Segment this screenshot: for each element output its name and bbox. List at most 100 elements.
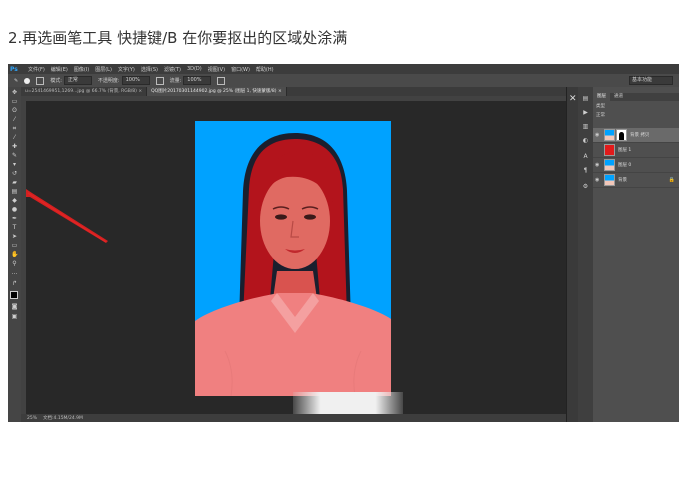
swap-colors-icon[interactable]: ↱ bbox=[11, 281, 18, 287]
type-icon[interactable]: T bbox=[11, 225, 18, 231]
crop-icon[interactable]: ⌗ bbox=[11, 126, 18, 132]
brush-icon[interactable]: ✎ bbox=[11, 153, 18, 159]
close-icon[interactable]: ✕ bbox=[569, 95, 577, 104]
shape-icon[interactable]: ▭ bbox=[11, 243, 18, 249]
actions-panel-icon[interactable]: ▶ bbox=[582, 109, 589, 116]
menu-edit[interactable]: 编辑(E) bbox=[48, 66, 71, 73]
healing-icon[interactable]: ✚ bbox=[11, 144, 18, 150]
move-icon[interactable]: ✥ bbox=[11, 90, 18, 96]
menu-view[interactable]: 视图(V) bbox=[205, 66, 228, 73]
blur-icon[interactable]: ◆ bbox=[11, 198, 18, 204]
eye-icon[interactable]: ◉ bbox=[595, 162, 601, 168]
layer-name[interactable]: 背景 bbox=[618, 177, 627, 183]
lasso-icon[interactable]: ʘ bbox=[11, 108, 18, 114]
dodge-icon[interactable]: ● bbox=[11, 207, 18, 213]
zoom-icon[interactable]: ⚲ bbox=[11, 261, 18, 267]
brush-panel-toggle[interactable] bbox=[36, 76, 45, 85]
layers-panel-tabs: 图层 通道 bbox=[593, 93, 679, 101]
quick-select-icon[interactable]: ⁄ bbox=[11, 117, 18, 123]
pressure-icon bbox=[155, 76, 164, 85]
quick-mask-icon[interactable]: ◙ bbox=[11, 304, 18, 310]
menu-help[interactable]: 帮助(H) bbox=[253, 66, 277, 73]
mode-select[interactable]: 正常 bbox=[63, 76, 92, 85]
menu-type[interactable]: 文字(Y) bbox=[115, 66, 138, 73]
zoom-level[interactable]: 25% bbox=[27, 416, 37, 421]
tab-layers[interactable]: 图层 bbox=[593, 93, 610, 101]
options-bar: ✎ 模式: 正常 不透明度: 100% 流量: 100% 基本功能 bbox=[8, 74, 679, 88]
document-tabs: u=2541469951,1269...jpg @ 66.7% (背景, RGB… bbox=[21, 87, 566, 96]
document-photo[interactable] bbox=[195, 121, 391, 396]
tab-document-1[interactable]: u=2541469951,1269...jpg @ 66.7% (背景, RGB… bbox=[21, 87, 148, 96]
layer-kind-filter[interactable]: 类型 bbox=[596, 103, 605, 110]
screen-mode-icon[interactable]: ▣ bbox=[11, 314, 18, 320]
eye-icon[interactable]: ◉ bbox=[595, 177, 601, 183]
pressure-opacity-toggle[interactable] bbox=[155, 76, 164, 85]
document-size: 文档:4.15M/24.9M bbox=[43, 416, 83, 421]
tab-channels[interactable]: 通道 bbox=[610, 93, 627, 101]
layer-thumbnail bbox=[604, 159, 615, 171]
adjustments-panel-icon[interactable]: ◐ bbox=[582, 137, 589, 144]
layer-row[interactable]: ◉ 图层 0 bbox=[593, 158, 679, 173]
menu-3d[interactable]: 3D(D) bbox=[184, 66, 205, 72]
tools-panel: ✥ ▭ ʘ ⁄ ⌗ ⁄ ✚ ✎ ▾ ↺ ▰ ▤ ◆ ● ✒ T ➤ ▭ ✋ ⚲ … bbox=[8, 87, 22, 422]
brush-icon: ✎ bbox=[14, 77, 19, 84]
menu-image[interactable]: 图像(I) bbox=[71, 66, 92, 73]
layer-name[interactable]: 图层 0 bbox=[618, 162, 631, 168]
layer-thumbnail bbox=[604, 174, 615, 186]
menu-select[interactable]: 选择(S) bbox=[138, 66, 161, 73]
foreground-color-swatch[interactable] bbox=[10, 291, 18, 299]
layer-filter-row: 类型 bbox=[596, 103, 674, 110]
brush-panel-icon bbox=[36, 76, 45, 85]
brush-size-picker[interactable] bbox=[24, 77, 31, 84]
stamp-icon[interactable]: ▾ bbox=[11, 162, 18, 168]
menu-layer[interactable]: 图层(L) bbox=[92, 66, 115, 73]
panel-icon-strip: ▤ ▶ ▥ ◐ A ¶ ⚙ bbox=[578, 87, 594, 422]
path-select-icon[interactable]: ➤ bbox=[11, 234, 18, 240]
layer-name[interactable]: 图层 1 bbox=[618, 147, 631, 153]
airbrush-icon bbox=[217, 76, 226, 85]
tab-document-2[interactable]: QQ图片20170301144902.jpg @ 25% (图层 1, 快速蒙版… bbox=[147, 87, 287, 96]
paragraph-panel-icon[interactable]: ¶ bbox=[582, 167, 589, 174]
gradient-icon[interactable]: ▤ bbox=[11, 189, 18, 195]
flow-input[interactable]: 100% bbox=[183, 76, 212, 85]
airbrush-toggle[interactable] bbox=[217, 76, 226, 85]
flow-label: 流量: bbox=[169, 78, 182, 84]
photoshop-window: Ps 文件(F) 编辑(E) 图像(I) 图层(L) 文字(Y) 选择(S) 滤… bbox=[8, 64, 679, 422]
ps-logo: Ps bbox=[10, 65, 18, 73]
layer-thumbnail bbox=[604, 144, 615, 156]
tool-presets-icon[interactable]: ⚙ bbox=[582, 183, 589, 190]
menu-filter[interactable]: 滤镜(T) bbox=[161, 66, 184, 73]
layers-panel: 图层 通道 类型 正常 ◉ 背景 拷贝 图层 1 ◉ 图层 0 ◉ 背景 🔒 bbox=[593, 87, 679, 422]
brush-tip-icon bbox=[24, 77, 31, 84]
hand-icon[interactable]: ✋ bbox=[11, 252, 18, 258]
menu-file[interactable]: 文件(F) bbox=[25, 66, 48, 73]
history-panel-icon[interactable]: ▤ bbox=[582, 95, 589, 102]
pen-icon[interactable]: ✒ bbox=[11, 216, 18, 222]
more-tools-icon[interactable]: … bbox=[11, 270, 18, 276]
status-bar: 25% 文档:4.15M/24.9M bbox=[21, 414, 566, 422]
brush-tool-preset[interactable]: ✎ bbox=[14, 78, 18, 84]
lock-icon: 🔒 bbox=[668, 177, 675, 183]
opacity-label: 不透明度: bbox=[97, 78, 120, 84]
layer-thumbnail bbox=[604, 129, 615, 141]
layer-name[interactable]: 背景 拷贝 bbox=[630, 132, 649, 138]
layer-row[interactable]: ◉ 背景 拷贝 bbox=[593, 128, 679, 143]
layer-row[interactable]: ◉ 背景 🔒 bbox=[593, 173, 679, 188]
eyedropper-icon[interactable]: ⁄ bbox=[11, 135, 18, 141]
blend-mode-select[interactable]: 正常 bbox=[596, 113, 605, 118]
history-brush-icon[interactable]: ↺ bbox=[11, 171, 18, 177]
workspace-select[interactable]: 基本功能 bbox=[629, 76, 673, 85]
properties-panel-icon[interactable]: ▥ bbox=[582, 123, 589, 130]
layer-mask-thumbnail[interactable] bbox=[616, 129, 627, 141]
portrait-image bbox=[195, 121, 391, 396]
opacity-input[interactable]: 100% bbox=[121, 76, 150, 85]
marquee-icon[interactable]: ▭ bbox=[11, 99, 18, 105]
eraser-icon[interactable]: ▰ bbox=[11, 180, 18, 186]
eye-icon[interactable]: ◉ bbox=[595, 132, 601, 138]
menu-bar: Ps 文件(F) 编辑(E) 图像(I) 图层(L) 文字(Y) 选择(S) 滤… bbox=[8, 64, 679, 74]
character-panel-icon[interactable]: A bbox=[582, 153, 589, 160]
menu-window[interactable]: 窗口(W) bbox=[228, 66, 253, 73]
blend-options-row: 正常 bbox=[596, 112, 674, 119]
mode-label: 模式: bbox=[50, 78, 62, 84]
layer-row[interactable]: 图层 1 bbox=[593, 143, 679, 158]
